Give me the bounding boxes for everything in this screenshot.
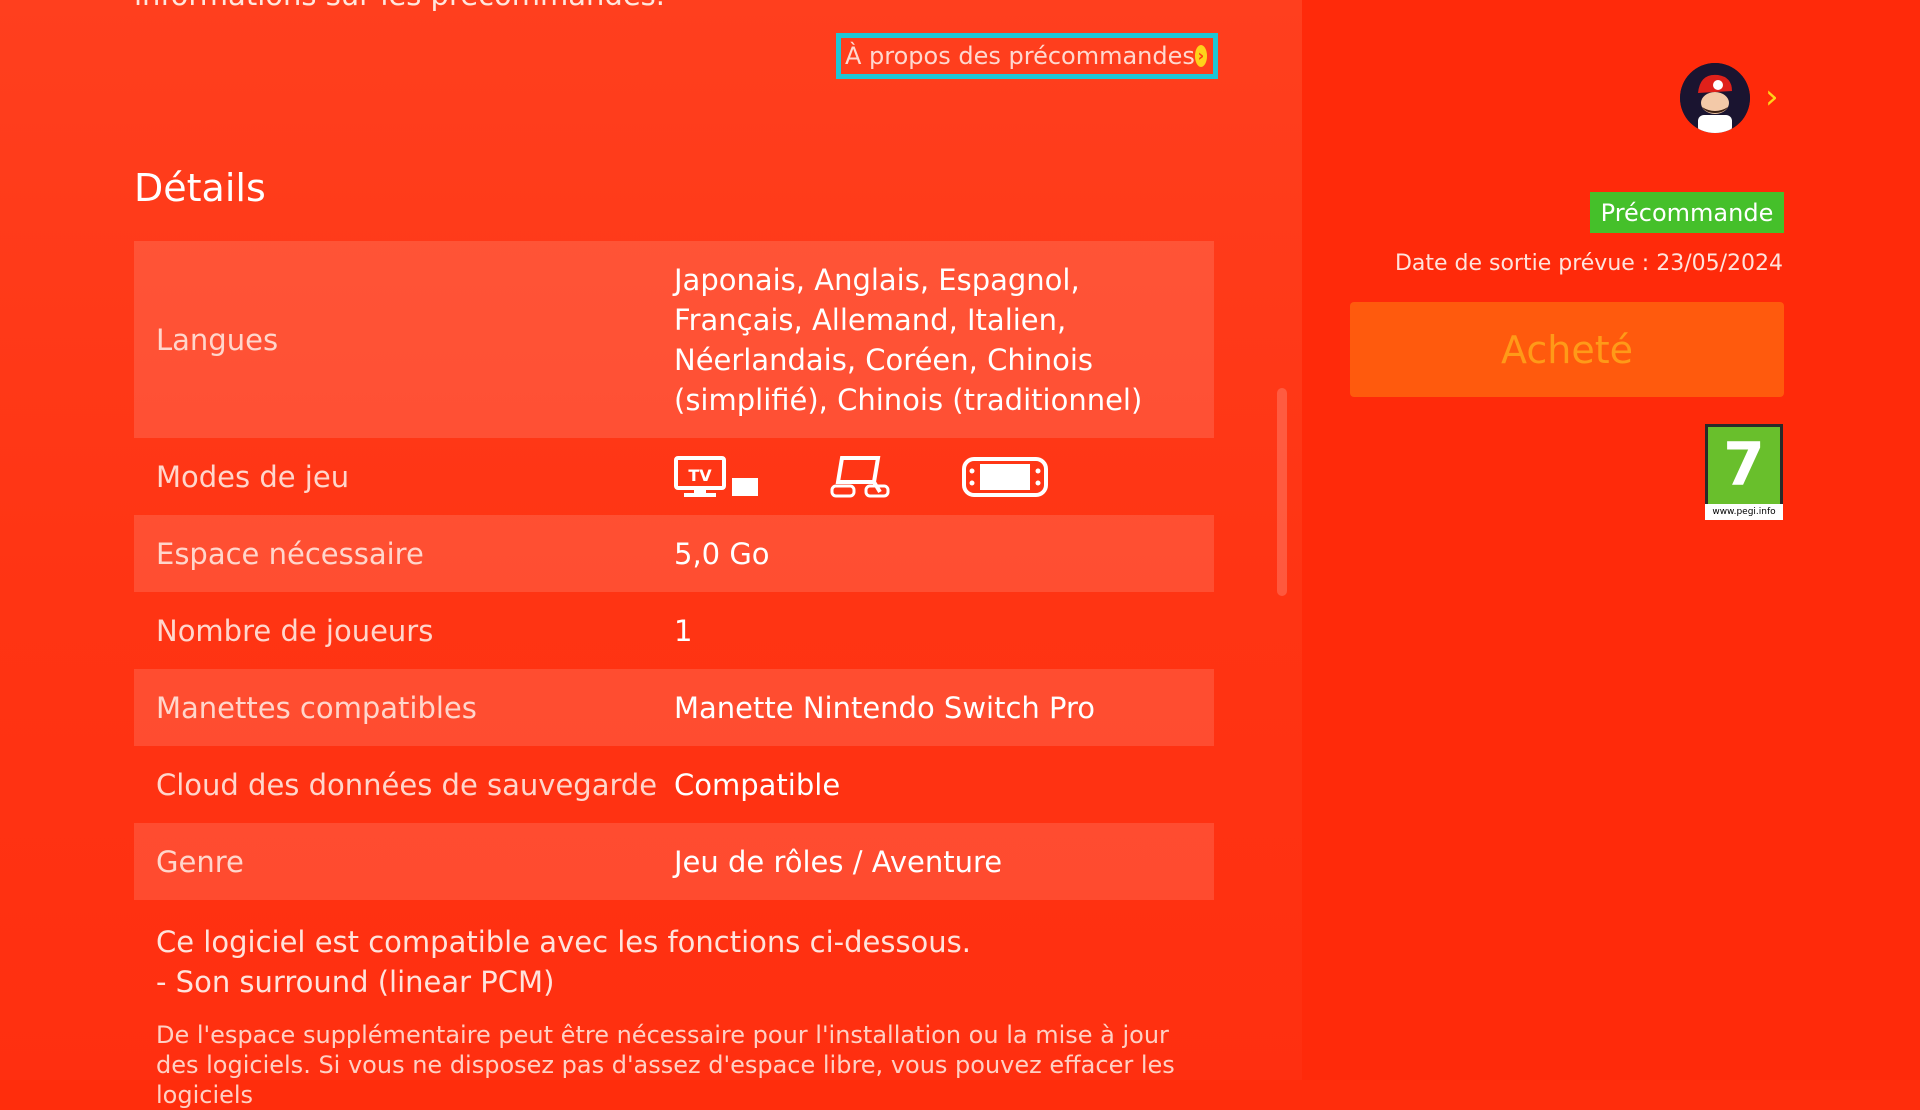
- tabletop-mode-icon: [830, 455, 890, 497]
- compatibility-notes: Ce logiciel est compatible avec les fonc…: [156, 922, 1216, 1110]
- row-label: Cloud des données de sauvegarde: [156, 767, 658, 802]
- row-label: Espace nécessaire: [156, 536, 424, 571]
- table-row-controllers: Manettes compatibles Manette Nintendo Sw…: [134, 669, 1214, 746]
- preorder-info-link[interactable]: À propos des précommandes ›: [836, 33, 1218, 79]
- row-value: Japonais, Anglais, Espagnol, Français, A…: [674, 262, 1143, 417]
- row-label: Langues: [156, 322, 279, 357]
- purchase-panel: [1302, 0, 1920, 1080]
- compat-line: Ce logiciel est compatible avec les fonc…: [156, 925, 972, 959]
- table-row-play-modes: Modes de jeu TV: [134, 438, 1214, 515]
- table-row-languages: Langues Japonais, Anglais, Espagnol, Fra…: [134, 241, 1214, 438]
- play-modes-icons: TV: [674, 455, 1214, 498]
- row-value: Jeu de rôles / Aventure: [674, 844, 1003, 879]
- pegi-inner: 7 www.pegi.info: [1705, 427, 1783, 520]
- pegi-site: www.pegi.info: [1705, 504, 1783, 520]
- preorder-link-label: À propos des précommandes: [845, 42, 1195, 70]
- details-title: Détails: [134, 166, 266, 210]
- details-table: Langues Japonais, Anglais, Espagnol, Fra…: [134, 241, 1214, 900]
- row-value: 5,0 Go: [674, 536, 770, 571]
- tv-mode-icon: TV: [674, 455, 758, 497]
- scrollbar[interactable]: [1277, 388, 1287, 596]
- chevron-right-icon[interactable]: ›: [1765, 80, 1779, 114]
- row-value: Manette Nintendo Switch Pro: [674, 690, 1096, 725]
- avatar[interactable]: [1680, 63, 1750, 133]
- release-date: Date de sortie prévue : 23/05/2024: [1394, 251, 1783, 276]
- row-value: 1: [674, 613, 693, 648]
- chevron-right-circle-icon: ›: [1194, 45, 1207, 67]
- row-label: Nombre de joueurs: [156, 613, 434, 648]
- table-row-genre: Genre Jeu de rôles / Aventure: [134, 823, 1214, 900]
- handheld-mode-icon: [962, 456, 1048, 497]
- preorder-badge: Précommande: [1590, 192, 1784, 233]
- row-label: Manettes compatibles: [156, 690, 477, 725]
- table-row-storage: Espace nécessaire 5,0 Go: [134, 515, 1214, 592]
- feature-line: - Son surround (linear PCM): [156, 965, 555, 999]
- row-value: Compatible: [674, 767, 841, 802]
- purchased-button[interactable]: Acheté: [1350, 302, 1784, 397]
- table-row-players: Nombre de joueurs 1: [134, 592, 1214, 669]
- table-row-cloud-save: Cloud des données de sauvegarde Compatib…: [134, 746, 1214, 823]
- preorder-info-text: informations sur les précommandes.: [134, 0, 665, 12]
- svg-text:TV: TV: [688, 466, 712, 485]
- fine-print: De l'espace supplémentaire peut être néc…: [156, 1021, 1175, 1109]
- row-label: Genre: [156, 844, 244, 879]
- pegi-age: 7: [1723, 430, 1765, 500]
- user-avatar-icon: [1680, 63, 1750, 133]
- row-label: Modes de jeu: [156, 459, 350, 494]
- pegi-rating-badge: 7 www.pegi.info: [1705, 424, 1783, 520]
